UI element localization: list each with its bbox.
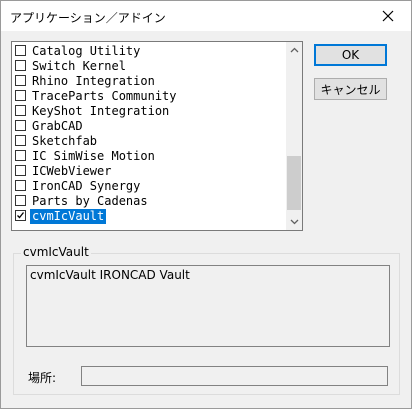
addin-list-item[interactable]: IC SimWise Motion: [12, 149, 285, 164]
close-icon: [382, 10, 394, 22]
addin-list-item[interactable]: Switch Kernel: [12, 59, 285, 74]
addin-label: GrabCAD: [32, 119, 83, 133]
addin-list-item[interactable]: Sketchfab: [12, 134, 285, 149]
addin-checkbox[interactable]: [15, 195, 26, 206]
addin-label: ICWebViewer: [32, 164, 112, 178]
addin-label: Rhino Integration: [32, 74, 155, 88]
addin-label: KeyShot Integration: [32, 104, 170, 118]
addin-list-item[interactable]: cvmIcVault: [12, 209, 285, 224]
scroll-up-button[interactable]: [286, 42, 302, 58]
addin-label: IC SimWise Motion: [32, 149, 155, 163]
addin-checkbox[interactable]: [15, 135, 26, 146]
addin-checkbox[interactable]: [15, 120, 26, 131]
vertical-scrollbar[interactable]: [286, 42, 302, 230]
close-button[interactable]: [365, 1, 411, 31]
cancel-button[interactable]: キャンセル: [314, 78, 387, 100]
addin-checkbox[interactable]: [15, 210, 26, 221]
chevron-down-icon: [290, 219, 298, 225]
addin-label: TraceParts Community: [32, 89, 177, 103]
addin-checkbox[interactable]: [15, 75, 26, 86]
addin-list-item[interactable]: GrabCAD: [12, 119, 285, 134]
addin-list[interactable]: Catalog Utility Switch Kernel Rhino Integr…: [11, 41, 303, 231]
addin-dialog: アプリケーション／アドイン Catalog Utility Switch Kern…: [0, 0, 412, 409]
addin-checkbox[interactable]: [15, 105, 26, 116]
scroll-down-button[interactable]: [286, 214, 302, 230]
addin-list-item[interactable]: Rhino Integration: [12, 74, 285, 89]
chevron-up-icon: [290, 47, 298, 53]
addin-list-item[interactable]: KeyShot Integration: [12, 104, 285, 119]
addin-label: Parts by Cadenas: [32, 194, 148, 208]
addin-list-item[interactable]: Catalog Utility: [12, 44, 285, 59]
addin-label: cvmIcVault: [30, 209, 107, 224]
addin-checkbox[interactable]: [15, 180, 26, 191]
addin-list-items: Catalog Utility Switch Kernel Rhino Integr…: [12, 44, 285, 224]
addin-list-item[interactable]: ICWebViewer: [12, 164, 285, 179]
addin-checkbox[interactable]: [15, 165, 26, 176]
checkmark-icon: [17, 212, 25, 219]
addin-label: Switch Kernel: [32, 59, 126, 73]
location-field: [81, 366, 388, 386]
addin-checkbox[interactable]: [15, 150, 26, 161]
details-group-title: cvmIcVault: [21, 245, 91, 259]
window-title: アプリケーション／アドイン: [10, 11, 166, 25]
addin-checkbox[interactable]: [15, 60, 26, 71]
description-box: cvmIcVault IRONCAD Vault: [26, 265, 390, 347]
addin-list-item[interactable]: Parts by Cadenas: [12, 194, 285, 209]
addin-checkbox[interactable]: [15, 90, 26, 101]
location-label: 場所:: [28, 371, 57, 385]
description-text: cvmIcVault IRONCAD Vault: [30, 268, 190, 282]
ok-button[interactable]: OK: [314, 44, 387, 66]
addin-label: Catalog Utility: [32, 44, 141, 58]
title-bar[interactable]: アプリケーション／アドイン: [1, 1, 411, 31]
addin-label: Sketchfab: [32, 134, 98, 148]
addin-list-item[interactable]: TraceParts Community: [12, 89, 285, 104]
addin-list-item[interactable]: IronCAD Synergy: [12, 179, 285, 194]
addin-label: IronCAD Synergy: [32, 179, 141, 193]
addin-checkbox[interactable]: [15, 45, 26, 56]
scroll-thumb[interactable]: [287, 156, 301, 210]
